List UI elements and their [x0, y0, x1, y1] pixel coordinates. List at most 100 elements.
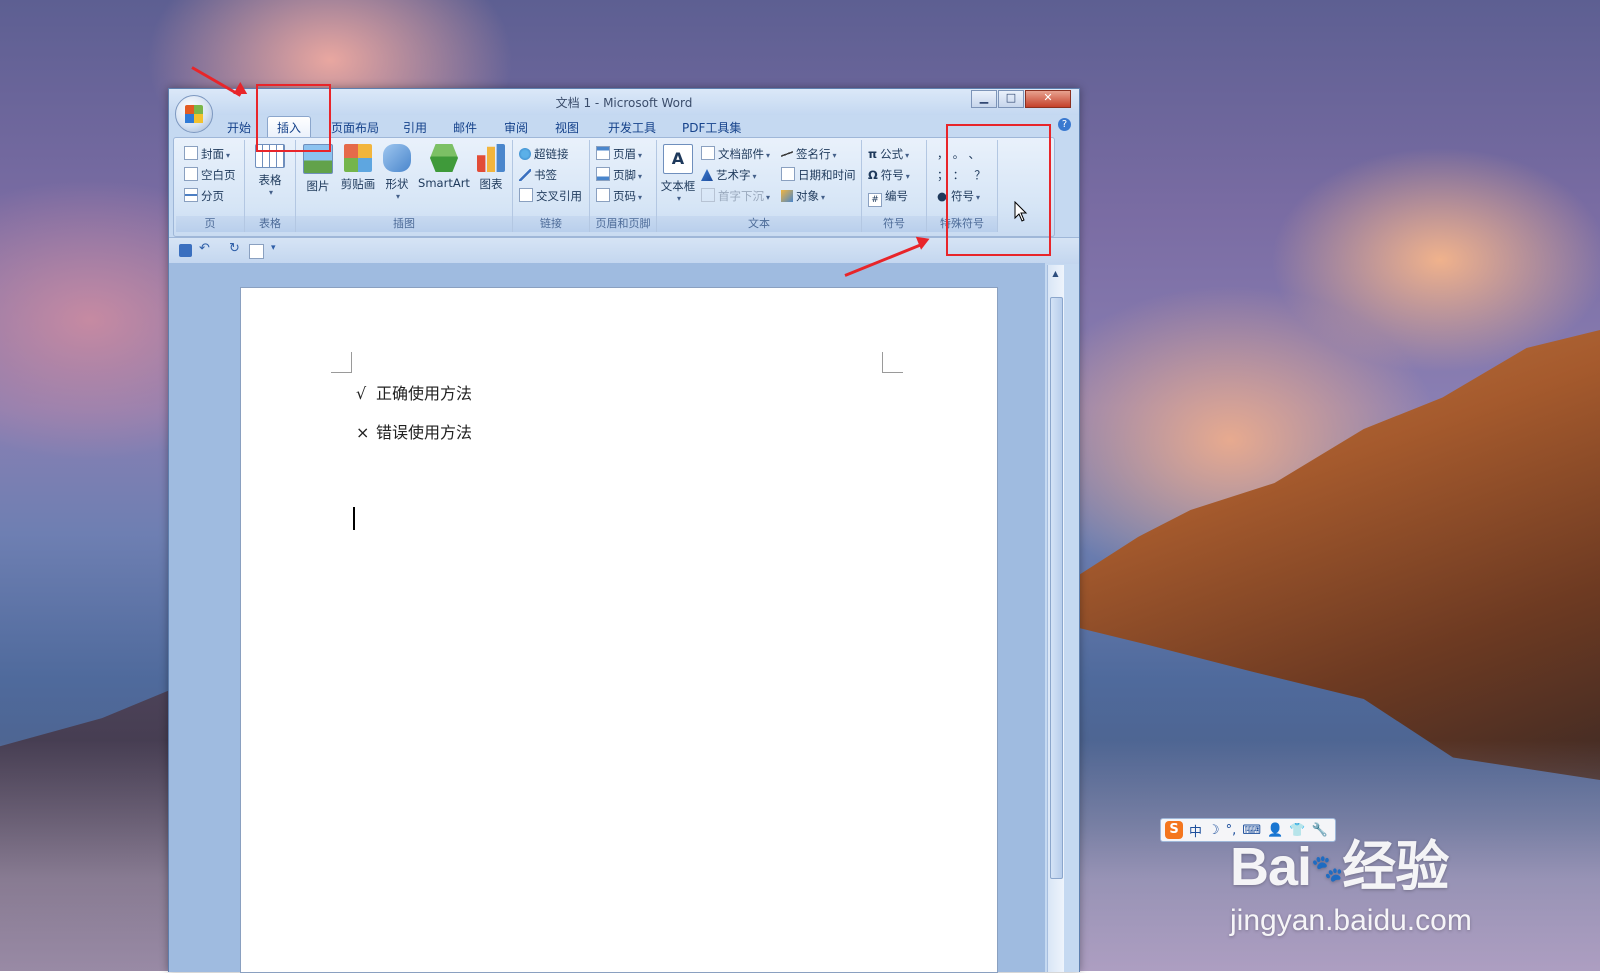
group-text: A 文本框 ▾ 文档部件 ▾ 艺术字 ▾ 首字下沉 ▾ 签名行 ▾ 日期和时间 对象 ▾ 文…	[657, 140, 862, 232]
header-icon	[596, 146, 610, 160]
omega-icon: Ω	[868, 168, 878, 182]
document-line-correct[interactable]: √ 正确使用方法	[356, 380, 472, 404]
bookmark-icon	[519, 169, 531, 181]
group-symbols: π 公式 ▾ Ω 符号 ▾ # 编号 符号	[862, 140, 927, 232]
group-label-symbols: 符号	[862, 216, 926, 232]
group-illustrations: 图片 剪贴画 形状 ▾ SmartArt 图表 插图	[296, 140, 513, 232]
tab-pdf-tools[interactable]: PDF工具集	[682, 119, 741, 136]
tab-view[interactable]: 视图	[555, 119, 579, 136]
watermark-url: jingyan.baidu.com	[1230, 904, 1472, 937]
blank-page-icon	[184, 167, 198, 181]
group-pages: 封面 ▾ 空白页 分页 页	[176, 140, 245, 232]
tab-developer[interactable]: 开发工具	[608, 119, 656, 136]
footer-icon	[596, 167, 610, 181]
header-button[interactable]: 页眉 ▾	[596, 146, 642, 162]
blank-page-button[interactable]: 空白页	[184, 167, 236, 183]
wordart-icon	[701, 169, 713, 181]
symbol-button[interactable]: Ω 符号 ▾	[868, 167, 910, 183]
page-icon	[184, 146, 198, 160]
cross-mark-icon: ×	[356, 423, 370, 442]
signature-icon	[781, 148, 793, 160]
save-icon[interactable]	[179, 244, 192, 257]
text-cursor	[353, 507, 355, 530]
smartart-button[interactable]: SmartArt	[416, 144, 472, 190]
office-logo-icon	[185, 105, 203, 123]
group-tables: 表格 ▾ 表格	[245, 140, 296, 232]
drop-cap-icon	[701, 188, 715, 202]
help-icon[interactable]: ?	[1058, 118, 1071, 131]
quick-parts-icon	[701, 146, 715, 160]
cross-reference-button[interactable]: 交叉引用	[519, 188, 582, 204]
text-box-button[interactable]: A 文本框 ▾	[659, 144, 697, 203]
bookmark-button[interactable]: 书签	[519, 167, 557, 183]
cover-page-button[interactable]: 封面 ▾	[184, 146, 230, 162]
ime-chinese-toggle[interactable]: 中	[1189, 821, 1202, 840]
redo-icon[interactable]: ↻	[229, 241, 242, 256]
minimize-button[interactable]: ▁	[971, 90, 997, 108]
crop-mark-top-right	[882, 352, 903, 373]
chart-button[interactable]: 图表	[474, 144, 508, 192]
quick-parts-button[interactable]: 文档部件 ▾	[701, 146, 770, 162]
pi-icon: π	[868, 147, 878, 161]
watermark-brand: Bai	[1230, 837, 1312, 897]
tab-references[interactable]: 引用	[403, 119, 427, 136]
group-label-tables: 表格	[245, 216, 295, 232]
number-icon: #	[868, 193, 882, 207]
maximize-button[interactable]: □	[998, 90, 1024, 108]
cross-reference-icon	[519, 188, 533, 202]
smartart-icon	[430, 144, 458, 172]
ribbon-insert: 封面 ▾ 空白页 分页 页 表格 ▾ 表格 图片 剪贴画 形状 ▾ SmartA…	[173, 137, 1055, 237]
equation-button[interactable]: π 公式 ▾	[868, 146, 909, 162]
group-label-illustrations: 插图	[296, 216, 512, 232]
print-preview-icon[interactable]	[249, 244, 264, 259]
chart-icon	[477, 144, 505, 172]
page-number-button[interactable]: 页码 ▾	[596, 188, 642, 204]
tab-home[interactable]: 开始	[227, 119, 251, 136]
document-line-wrong[interactable]: × 错误使用方法	[356, 419, 472, 443]
quick-access-toolbar: ↶ ↻ ▾	[169, 237, 1079, 264]
crop-mark-top-left	[331, 352, 352, 373]
drop-cap-button[interactable]: 首字下沉 ▾	[701, 188, 770, 204]
object-button[interactable]: 对象 ▾	[781, 188, 825, 204]
hyperlink-button[interactable]: 超链接	[519, 146, 569, 162]
text-box-icon: A	[663, 144, 693, 174]
close-button[interactable]: ✕	[1025, 90, 1071, 108]
clip-art-button[interactable]: 剪贴画	[338, 144, 378, 192]
number-button[interactable]: # 编号	[868, 188, 908, 207]
watermark-brand-cn: 经验	[1342, 837, 1449, 897]
signature-line-button[interactable]: 签名行 ▾	[781, 146, 837, 162]
office-button[interactable]	[175, 95, 213, 133]
customize-toolbar-icon[interactable]: ▾	[271, 243, 284, 256]
calendar-icon	[781, 167, 795, 181]
baidu-watermark: Bai🐾经验 jingyan.baidu.com	[1230, 837, 1472, 937]
group-label-links: 链接	[513, 216, 589, 232]
footer-button[interactable]: 页脚 ▾	[596, 167, 642, 183]
wallpaper-rocks	[1075, 330, 1600, 780]
undo-icon[interactable]: ↶	[199, 241, 212, 256]
tab-page-layout[interactable]: 页面布局	[331, 119, 379, 136]
vertical-scrollbar[interactable]: ▲	[1047, 265, 1064, 972]
object-icon	[781, 190, 793, 202]
tab-review[interactable]: 审阅	[504, 119, 528, 136]
globe-link-icon	[519, 148, 531, 160]
group-label-text: 文本	[657, 216, 861, 232]
highlight-insert-tab	[256, 84, 331, 152]
scroll-thumb[interactable]	[1050, 297, 1063, 879]
shapes-button[interactable]: 形状 ▾	[380, 144, 414, 201]
tab-mailings[interactable]: 邮件	[453, 119, 477, 136]
document-page[interactable]: √ 正确使用方法 × 错误使用方法	[240, 287, 998, 973]
mouse-pointer-icon	[1014, 201, 1028, 222]
date-time-button[interactable]: 日期和时间	[781, 167, 856, 183]
group-label-pages: 页	[176, 216, 244, 232]
wordart-button[interactable]: 艺术字 ▾	[701, 167, 757, 183]
page-number-icon	[596, 188, 610, 202]
highlight-special-symbols	[946, 124, 1051, 256]
group-links: 超链接 书签 交叉引用 链接	[513, 140, 590, 232]
sogou-logo-icon[interactable]: S	[1165, 821, 1183, 839]
window-controls: ▁ □ ✕	[970, 90, 1071, 108]
ime-halfwidth-icon[interactable]: ☽	[1208, 823, 1220, 838]
scroll-up-icon[interactable]: ▲	[1050, 269, 1061, 280]
page-break-button[interactable]: 分页	[184, 188, 224, 204]
group-header-footer: 页眉 ▾ 页脚 ▾ 页码 ▾ 页眉和页脚	[590, 140, 657, 232]
group-label-header-footer: 页眉和页脚	[590, 216, 656, 232]
